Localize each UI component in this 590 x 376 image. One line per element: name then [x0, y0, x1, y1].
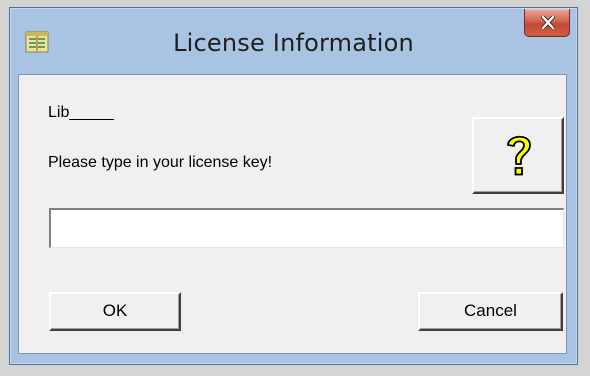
license-key-input[interactable]: [49, 208, 564, 248]
help-button[interactable]: [472, 117, 564, 194]
library-label: Lib_____: [48, 104, 114, 121]
ok-button[interactable]: OK: [49, 292, 181, 331]
dialog-window: License Information Lib_____ Please type…: [9, 7, 578, 365]
question-mark-icon: [507, 135, 531, 176]
close-button[interactable]: [524, 9, 570, 37]
dialog-client-area: Lib_____ Please type in your license key…: [18, 74, 567, 354]
cancel-button[interactable]: Cancel: [418, 292, 563, 331]
license-prompt-label: Please type in your license key!: [48, 154, 273, 171]
close-icon: [541, 16, 555, 29]
window-title: License Information: [173, 29, 414, 57]
title-bar[interactable]: License Information: [11, 9, 576, 76]
